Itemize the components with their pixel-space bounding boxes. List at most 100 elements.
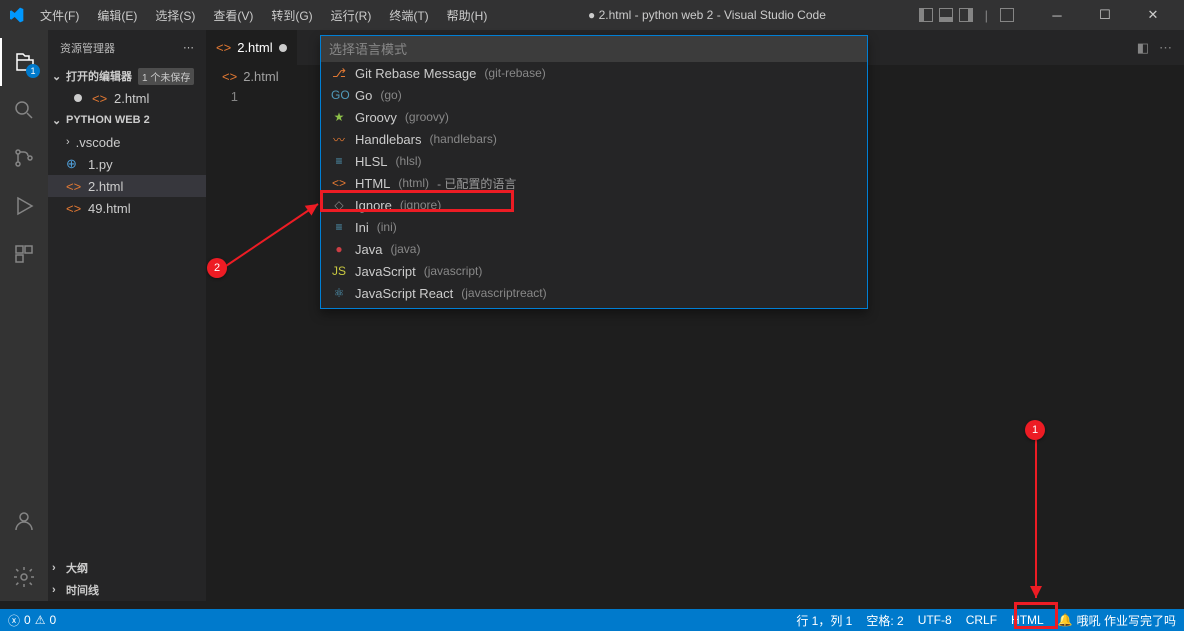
language-option[interactable]: ▲Jinja(jinja) xyxy=(321,304,867,308)
language-extra: - 已配置的语言 xyxy=(437,175,516,192)
chevron-right-icon: › xyxy=(52,584,66,596)
warning-icon: ⚠ xyxy=(35,613,46,627)
language-option[interactable]: ≡HLSL(hlsl) xyxy=(321,150,867,172)
layout-panel-left-icon[interactable] xyxy=(919,8,933,22)
menu-edit[interactable]: 编辑(E) xyxy=(89,3,145,28)
language-option[interactable]: GOGo(go) xyxy=(321,84,867,106)
explorer-icon[interactable]: 1 xyxy=(0,38,48,86)
folder-label: .vscode xyxy=(76,135,121,150)
file-label: 49.html xyxy=(88,201,131,216)
separator: | xyxy=(985,8,988,23)
language-label: Go xyxy=(355,88,372,103)
language-option[interactable]: ⎇Git Rebase Message(git-rebase) xyxy=(321,62,867,84)
warning-count: 0 xyxy=(49,613,56,627)
window-title: ● 2.html - python web 2 - Visual Studio … xyxy=(495,8,918,22)
menu-file[interactable]: 文件(F) xyxy=(32,3,87,28)
language-option[interactable]: ≡Ini(ini) xyxy=(321,216,867,238)
explorer-badge: 1 xyxy=(26,64,40,78)
language-option[interactable]: <>HTML(html) - 已配置的语言 xyxy=(321,172,867,194)
language-icon: ⎇ xyxy=(331,66,347,80)
language-label: JavaScript xyxy=(355,264,416,279)
sidebar-title: 资源管理器 xyxy=(60,40,115,56)
open-editor-item[interactable]: <> 2.html xyxy=(48,87,206,109)
language-label: Groovy xyxy=(355,110,397,125)
language-icon: JS xyxy=(331,264,347,278)
maximize-button[interactable]: ☐ xyxy=(1082,0,1128,30)
language-hint: (go) xyxy=(380,88,401,102)
language-hint: (javascript) xyxy=(424,264,483,278)
unsaved-badge: 1 个未保存 xyxy=(138,68,194,85)
status-language[interactable]: HTML xyxy=(1011,613,1044,627)
status-eol[interactable]: CRLF xyxy=(966,613,997,627)
customize-layout-icon[interactable] xyxy=(1000,8,1014,22)
html-file-icon: <> xyxy=(66,179,82,194)
close-button[interactable]: ✕ xyxy=(1130,0,1176,30)
language-option[interactable]: ◇Ignore(ignore) xyxy=(321,194,867,216)
tree-file-html[interactable]: <> 49.html xyxy=(48,197,206,219)
line-number: 1 xyxy=(206,89,238,104)
line-gutter: 1 xyxy=(206,87,256,601)
language-hint: (handlebars) xyxy=(430,132,497,146)
language-icon: ◇ xyxy=(331,198,347,212)
source-control-icon[interactable] xyxy=(0,134,48,182)
outline-header[interactable]: › 大纲 xyxy=(48,557,206,579)
status-problems[interactable]: ⓧ0 ⚠0 xyxy=(8,612,56,629)
language-option[interactable]: JS JavaScript (javascript) xyxy=(321,260,867,282)
layout-panel-right-icon[interactable] xyxy=(959,8,973,22)
minimize-button[interactable]: ─ xyxy=(1034,0,1080,30)
language-icon: ≡ xyxy=(331,220,347,234)
settings-gear-icon[interactable] xyxy=(0,553,48,601)
language-option[interactable]: ★Groovy(groovy) xyxy=(321,106,867,128)
chevron-down-icon: ⌄ xyxy=(52,114,66,127)
html-file-icon: <> xyxy=(216,40,231,55)
menu-help[interactable]: 帮助(H) xyxy=(439,3,496,28)
search-icon[interactable] xyxy=(0,86,48,134)
language-label: Handlebars xyxy=(355,132,422,147)
language-option[interactable]: 〰Handlebars(handlebars) xyxy=(321,128,867,150)
python-file-icon: ⊕ xyxy=(66,156,82,172)
language-search-input[interactable] xyxy=(321,36,867,62)
language-option[interactable]: ⚛JavaScript React(javascriptreact) xyxy=(321,282,867,304)
menu-terminal[interactable]: 终端(T) xyxy=(381,3,436,28)
menu-go[interactable]: 转到(G) xyxy=(263,3,320,28)
outline-label: 大纲 xyxy=(66,560,88,576)
dirty-indicator-icon xyxy=(74,94,82,102)
menu-bar: 文件(F) 编辑(E) 选择(S) 查看(V) 转到(G) 运行(R) 终端(T… xyxy=(32,3,495,28)
workspace-label: PYTHON WEB 2 xyxy=(66,114,150,126)
language-label: HLSL xyxy=(355,154,388,169)
title-bar: 文件(F) 编辑(E) 选择(S) 查看(V) 转到(G) 运行(R) 终端(T… xyxy=(0,0,1184,30)
more-icon[interactable]: ⋯ xyxy=(183,41,194,54)
dirty-indicator-icon xyxy=(279,44,287,52)
file-label: 2.html xyxy=(88,179,123,194)
language-label: JavaScript React xyxy=(355,286,453,301)
more-actions-icon[interactable]: ⋯ xyxy=(1159,40,1172,56)
html-file-icon: <> xyxy=(66,201,82,216)
status-indentation[interactable]: 空格: 2 xyxy=(866,612,903,629)
language-label: Java xyxy=(355,242,382,257)
menu-view[interactable]: 查看(V) xyxy=(205,3,261,28)
language-icon: ● xyxy=(331,242,347,256)
split-editor-icon[interactable]: ◧ xyxy=(1137,40,1149,56)
extensions-icon[interactable] xyxy=(0,230,48,278)
tab-2-html[interactable]: <> 2.html xyxy=(206,30,298,65)
file-label: 1.py xyxy=(88,157,113,172)
status-notifications[interactable]: 🔔哦吼 作业写完了吗 xyxy=(1058,612,1176,629)
tree-file-py[interactable]: ⊕ 1.py xyxy=(48,153,206,175)
tree-folder[interactable]: › .vscode xyxy=(48,131,206,153)
open-editors-header[interactable]: ⌄ 打开的编辑器 1 个未保存 xyxy=(48,65,206,87)
status-cursor-position[interactable]: 行 1，列 1 xyxy=(796,612,852,629)
timeline-header[interactable]: › 时间线 xyxy=(48,579,206,601)
workspace-header[interactable]: ⌄ PYTHON WEB 2 xyxy=(48,109,206,131)
language-label: Ignore xyxy=(355,198,392,213)
run-debug-icon[interactable] xyxy=(0,182,48,230)
sidebar: 资源管理器 ⋯ ⌄ 打开的编辑器 1 个未保存 <> 2.html ⌄ PYTH… xyxy=(48,30,206,601)
vscode-logo-icon xyxy=(8,7,24,23)
language-label: Git Rebase Message xyxy=(355,66,476,81)
menu-run[interactable]: 运行(R) xyxy=(323,3,380,28)
tree-file-html[interactable]: <> 2.html xyxy=(48,175,206,197)
accounts-icon[interactable] xyxy=(0,497,48,545)
language-option[interactable]: ●Java(java) xyxy=(321,238,867,260)
menu-selection[interactable]: 选择(S) xyxy=(147,3,203,28)
status-encoding[interactable]: UTF-8 xyxy=(918,613,952,627)
layout-panel-bottom-icon[interactable] xyxy=(939,8,953,22)
